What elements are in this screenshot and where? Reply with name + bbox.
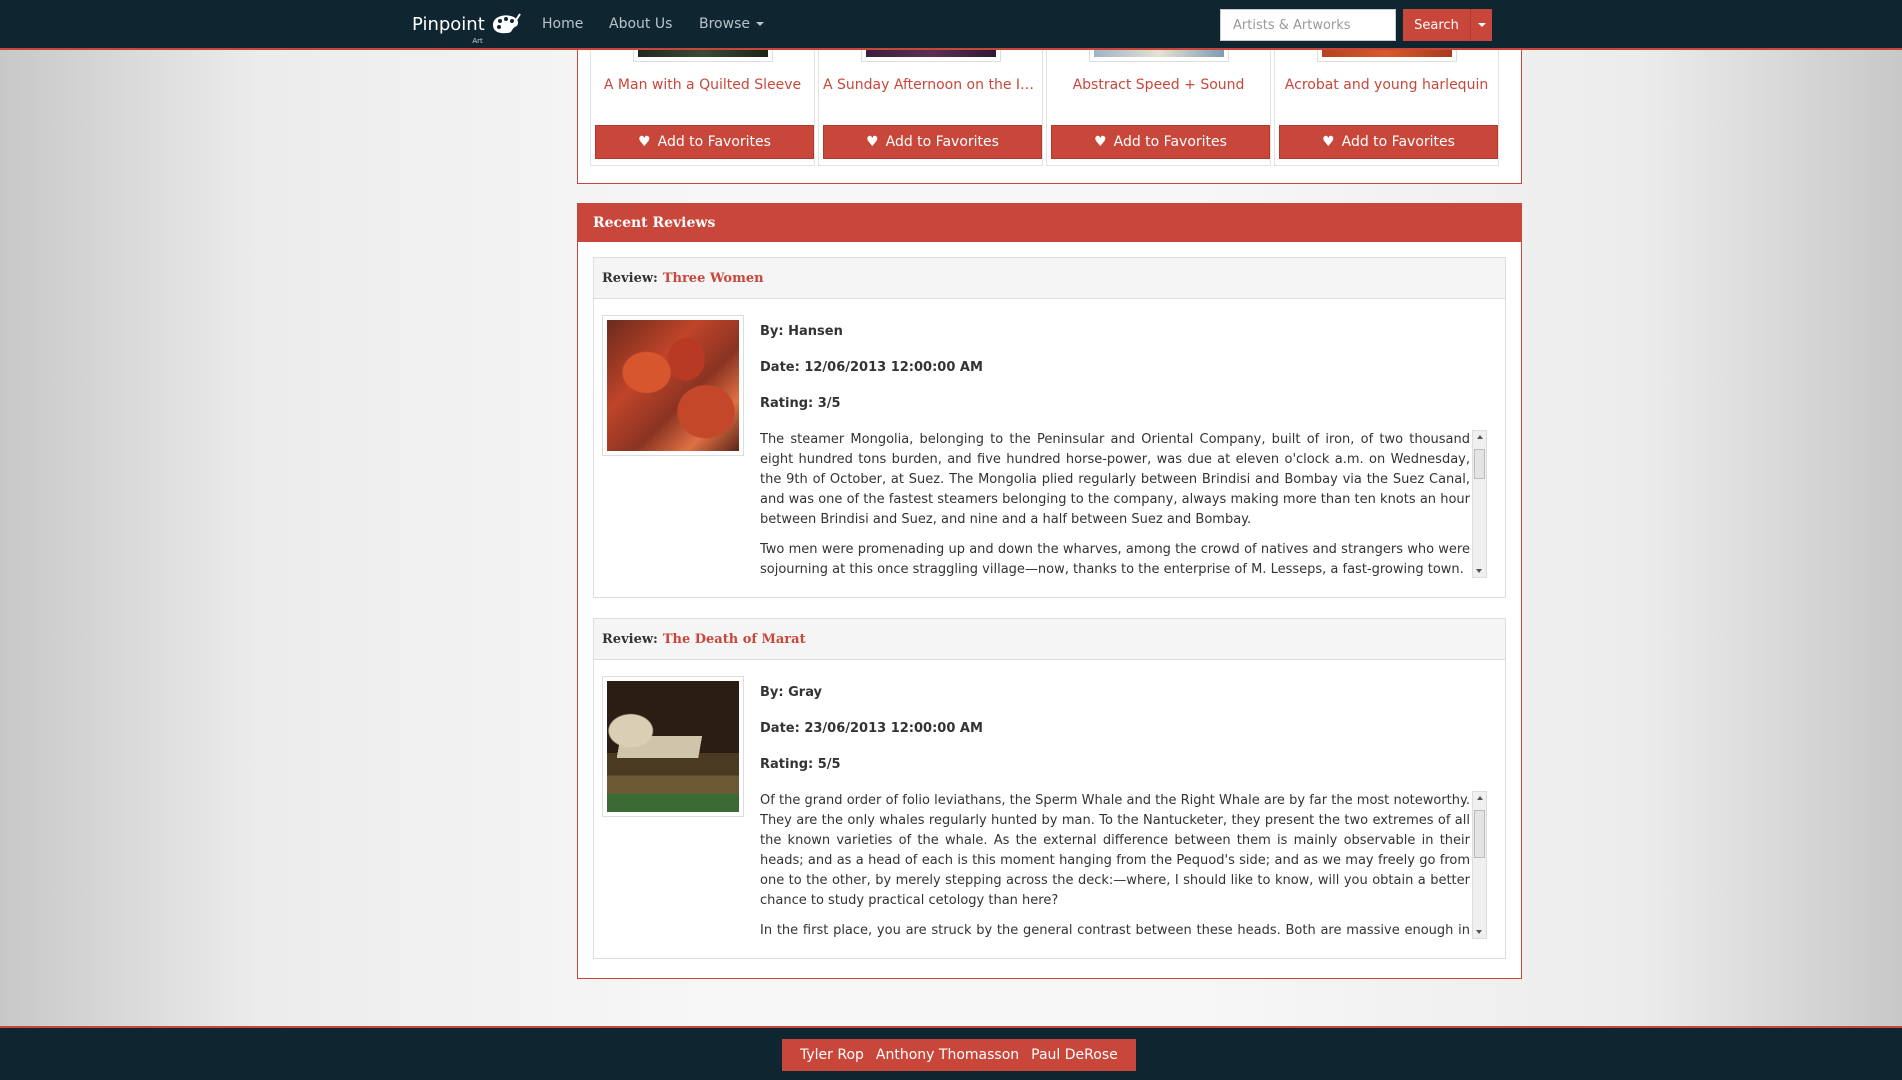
review-scrollbar[interactable] [1472, 430, 1487, 578]
recent-reviews-heading: Recent Reviews [578, 204, 1521, 242]
review-paragraph: In the first place, you are struck by th… [760, 923, 1470, 938]
scroll-down-icon[interactable] [1476, 569, 1482, 573]
review-author: By: Hansen [760, 324, 843, 339]
add-to-favorites-button[interactable]: ♥ Add to Favorites [1051, 125, 1270, 159]
artwork-card: A Sunday Afternoon on the Isla… ♥ Add to … [818, 50, 1043, 166]
recent-reviews-panel: Recent Reviews Review: Three Women By: H… [577, 203, 1522, 979]
review-label: Review: [602, 270, 658, 286]
artwork-thumbnail[interactable] [1088, 50, 1229, 62]
review-artwork-link[interactable]: The Death of Marat [663, 632, 806, 647]
review-paragraph: The steamer Mongolia, belonging to the P… [760, 432, 1470, 527]
review-artwork-image[interactable] [602, 676, 744, 817]
review-scrollbar[interactable] [1472, 791, 1487, 939]
review-artwork-link[interactable]: Three Women [663, 271, 764, 286]
review-rating: Rating: 3/5 [760, 396, 841, 411]
nav-about-us[interactable]: About Us [609, 16, 672, 32]
heart-icon: ♥ [866, 134, 879, 150]
footer-name-link[interactable]: Anthony Thomasson [876, 1047, 1019, 1063]
heart-icon: ♥ [638, 134, 651, 150]
review-body[interactable]: The steamer Mongolia, belonging to the P… [760, 430, 1470, 578]
heart-icon: ♥ [1094, 134, 1107, 150]
artwork-thumbnail[interactable] [860, 50, 1001, 62]
add-to-favorites-label: Add to Favorites [885, 134, 999, 150]
nav-home[interactable]: Home [542, 16, 583, 32]
search-button[interactable]: Search [1403, 9, 1470, 41]
artwork-card: Acrobat and young harlequin ♥ Add to Favo… [1274, 50, 1499, 166]
search-dropdown-toggle[interactable] [1470, 9, 1492, 41]
chevron-down-icon [755, 22, 764, 26]
add-to-favorites-button[interactable]: ♥ Add to Favorites [1279, 125, 1498, 159]
top-navbar: Pinpoint Art Home About Us Browse Search [0, 0, 1902, 50]
review-label: Review: [602, 631, 658, 647]
chevron-down-icon [1477, 23, 1486, 27]
scroll-up-icon[interactable] [1476, 796, 1483, 800]
artwork-panel: A Man with a Quilted Sleeve ♥ Add to Favo… [577, 50, 1522, 184]
search-input[interactable] [1220, 9, 1396, 41]
review-author: By: Gray [760, 685, 823, 700]
artwork-title[interactable]: Abstract Speed + Sound [1047, 77, 1270, 93]
footer: Tyler Rop Anthony Thomasson Paul DeRose [0, 1026, 1902, 1080]
artwork-card: Abstract Speed + Sound ♥ Add to Favorites [1046, 50, 1271, 166]
review-paragraph: Of the grand order of folio leviathans, … [760, 793, 1470, 908]
review-header: Review: The Death of Marat [594, 619, 1505, 660]
artwork-title[interactable]: A Sunday Afternoon on the Isla… [819, 77, 1042, 93]
scroll-up-icon[interactable] [1476, 435, 1483, 439]
review-card: Review: Three Women By: Hansen Date: 12/… [593, 257, 1506, 598]
add-to-favorites-button[interactable]: ♥ Add to Favorites [595, 125, 814, 159]
scrollbar-thumb[interactable] [1474, 449, 1485, 479]
review-date: Date: 23/06/2013 12:00:00 AM [760, 721, 983, 736]
review-body[interactable]: Of the grand order of folio leviathans, … [760, 791, 1470, 939]
review-card: Review: The Death of Marat By: Gray Date… [593, 618, 1506, 959]
nav-browse-label: Browse [699, 16, 750, 32]
artwork-thumbnail[interactable] [1316, 50, 1457, 62]
review-header: Review: Three Women [594, 258, 1505, 299]
artwork-card: A Man with a Quilted Sleeve ♥ Add to Favo… [590, 50, 815, 166]
scroll-down-icon[interactable] [1476, 930, 1482, 934]
review-rating: Rating: 5/5 [760, 757, 841, 772]
brand-name: Pinpoint [412, 13, 485, 35]
brand-subtitle: Art [472, 36, 483, 45]
review-paragraph: Two men were promenading up and down the… [760, 542, 1470, 577]
add-to-favorites-label: Add to Favorites [657, 134, 771, 150]
review-date: Date: 12/06/2013 12:00:00 AM [760, 360, 983, 375]
brand-logo[interactable]: Pinpoint Art [412, 6, 521, 45]
footer-name-link[interactable]: Paul DeRose [1031, 1047, 1118, 1063]
review-artwork-image[interactable] [602, 315, 744, 456]
nav-browse[interactable]: Browse [699, 16, 764, 32]
palette-icon [492, 13, 521, 34]
artwork-thumbnail[interactable] [632, 50, 773, 62]
scrollbar-thumb[interactable] [1474, 810, 1485, 858]
add-to-favorites-button[interactable]: ♥ Add to Favorites [823, 125, 1042, 159]
artwork-title[interactable]: Acrobat and young harlequin [1275, 77, 1498, 93]
heart-icon: ♥ [1322, 134, 1335, 150]
add-to-favorites-label: Add to Favorites [1113, 134, 1227, 150]
add-to-favorites-label: Add to Favorites [1341, 134, 1455, 150]
footer-credits: Tyler Rop Anthony Thomasson Paul DeRose [782, 1039, 1136, 1071]
footer-name-link[interactable]: Tyler Rop [800, 1047, 864, 1063]
artwork-title[interactable]: A Man with a Quilted Sleeve [591, 77, 814, 93]
